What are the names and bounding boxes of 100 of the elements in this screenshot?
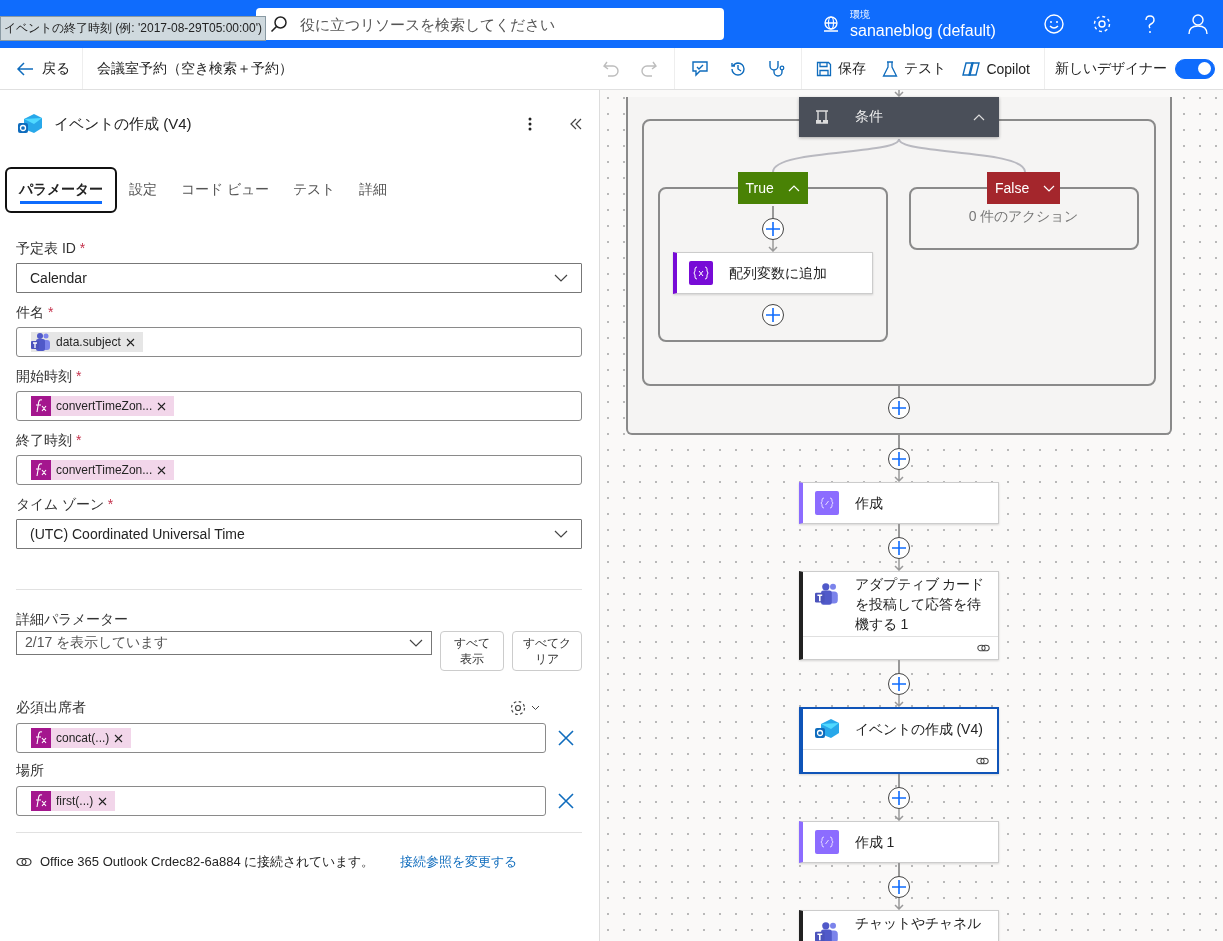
field-label: タイム ゾーン * — [16, 496, 115, 514]
remove-icon[interactable] — [125, 337, 135, 347]
empty-branch-text: 0 件のアクション — [968, 208, 1079, 226]
add-step-button[interactable] — [761, 218, 784, 240]
variable-icon — [688, 261, 713, 285]
panel-tab[interactable]: テスト — [280, 167, 347, 213]
field-label: 件名 * — [16, 304, 55, 322]
panel-tab[interactable]: コード ビュー — [169, 167, 281, 213]
settings-icon[interactable] — [1091, 13, 1113, 35]
field-label: 場所 — [16, 762, 44, 780]
connector-line — [897, 863, 900, 876]
back-button[interactable]: 戻る — [0, 48, 83, 89]
history-icon[interactable] — [729, 59, 748, 78]
token-input-field[interactable]: convertTimeZon... — [16, 391, 582, 421]
function-icon — [31, 728, 51, 748]
flow-name: 会議室予約（空き検索＋予約） — [97, 59, 293, 78]
flow-checker-icon[interactable] — [691, 59, 710, 78]
dropdown-field[interactable]: Calendar — [16, 263, 582, 293]
panel-tab[interactable]: パラメーター — [5, 167, 117, 213]
remove-icon[interactable] — [157, 401, 167, 411]
new-designer-toggle[interactable] — [1175, 58, 1215, 79]
chevron-down-icon — [409, 639, 423, 647]
true-branch-header[interactable]: True — [737, 172, 808, 204]
remove-icon[interactable] — [157, 465, 167, 475]
stethoscope-icon[interactable] — [767, 59, 786, 78]
plus-icon — [891, 401, 906, 415]
dropdown-field[interactable]: (UTC) Coordinated Universal Time — [16, 519, 582, 549]
show-all-button[interactable]: すべて表示 — [440, 631, 504, 671]
token-chip[interactable]: convertTimeZon... — [31, 396, 175, 416]
more-icon[interactable] — [528, 117, 532, 131]
action-card[interactable]: 作成 1 — [798, 821, 999, 863]
remove-icon[interactable] — [98, 796, 108, 806]
settings-dropdown[interactable] — [509, 699, 540, 717]
plus-icon — [891, 452, 906, 466]
plus-icon — [891, 677, 906, 691]
token-chip[interactable]: data.subject — [31, 332, 143, 352]
connector-line — [897, 660, 900, 673]
plus-icon — [765, 308, 780, 322]
user-icon[interactable] — [1187, 13, 1209, 35]
plus-icon — [891, 880, 906, 894]
dropdown-field[interactable]: 2/17 を表示しています — [16, 631, 432, 655]
outlook-icon — [18, 113, 42, 135]
add-step-button[interactable] — [887, 673, 910, 695]
collapse-icon[interactable] — [570, 118, 582, 130]
environment-name[interactable]: sananeblog (default) — [850, 22, 996, 40]
connector-line — [897, 386, 900, 397]
test-button[interactable]: テスト — [874, 59, 955, 78]
compose-icon — [814, 830, 839, 854]
field-label: 予定表 ID * — [16, 240, 87, 258]
false-branch-header[interactable]: False — [987, 172, 1060, 204]
add-step-button[interactable] — [887, 448, 910, 470]
flask-icon — [882, 60, 899, 77]
action-card[interactable]: 配列変数に追加 — [672, 252, 873, 294]
save-button[interactable]: 保存 — [808, 59, 875, 78]
token-input-field[interactable]: data.subject — [16, 327, 582, 357]
token-input-field[interactable]: first(...) — [16, 786, 546, 816]
connector-line — [897, 435, 900, 448]
remove-icon[interactable] — [114, 733, 124, 743]
link-icon — [976, 643, 990, 653]
panel-tab[interactable]: 詳細 — [346, 167, 399, 213]
link-icon — [16, 856, 32, 868]
add-step-button[interactable] — [887, 537, 910, 559]
connector-line — [897, 774, 900, 787]
panel-tab[interactable]: 設定 — [117, 167, 169, 213]
search-icon — [270, 15, 288, 33]
compose-icon — [814, 491, 839, 515]
action-card[interactable]: アダプティブ カードを投稿して応答を待機する 1 — [798, 571, 999, 660]
action-card[interactable]: チャットやチャネル — [798, 910, 999, 941]
globe-icon — [822, 15, 840, 33]
close-icon[interactable] — [558, 730, 574, 746]
add-step-button[interactable] — [761, 304, 784, 326]
add-step-button[interactable] — [887, 876, 910, 898]
link-icon — [975, 756, 989, 766]
change-connection-link[interactable]: 接続参照を変更する — [400, 853, 518, 871]
add-step-button[interactable] — [887, 397, 910, 419]
token-chip[interactable]: concat(...) — [31, 728, 132, 748]
panel-title: イベントの作成 (V4) — [54, 114, 193, 134]
plus-icon — [765, 222, 780, 236]
clear-all-button[interactable]: すべてクリア — [512, 631, 582, 671]
condition-header[interactable]: 条件 — [798, 97, 999, 137]
connector-line — [771, 206, 774, 218]
action-card[interactable]: イベントの作成 (V4) — [798, 707, 999, 774]
environment-label: 環境 — [850, 8, 871, 22]
connection-text: Office 365 Outlook Crdec82-6a884 に接続されています。 — [40, 853, 375, 871]
add-step-button[interactable] — [887, 787, 910, 809]
close-icon[interactable] — [558, 793, 574, 809]
function-icon — [31, 396, 51, 416]
token-input-field[interactable]: convertTimeZon... — [16, 455, 582, 485]
token-chip[interactable]: first(...) — [31, 791, 116, 811]
connector-arrow — [893, 90, 904, 97]
copilot-button[interactable]: Copilot — [954, 60, 1038, 77]
field-label: 詳細パラメーター — [16, 611, 129, 629]
chevron-down-icon — [531, 705, 540, 711]
field-label: 必須出席者 — [16, 699, 86, 717]
token-input-field[interactable]: concat(...) — [16, 723, 546, 753]
chevron-down-icon — [554, 274, 568, 282]
action-card[interactable]: 作成 — [798, 482, 999, 524]
smiley-icon[interactable] — [1043, 13, 1065, 35]
settings-icon — [509, 699, 527, 717]
token-chip[interactable]: convertTimeZon... — [31, 460, 175, 480]
